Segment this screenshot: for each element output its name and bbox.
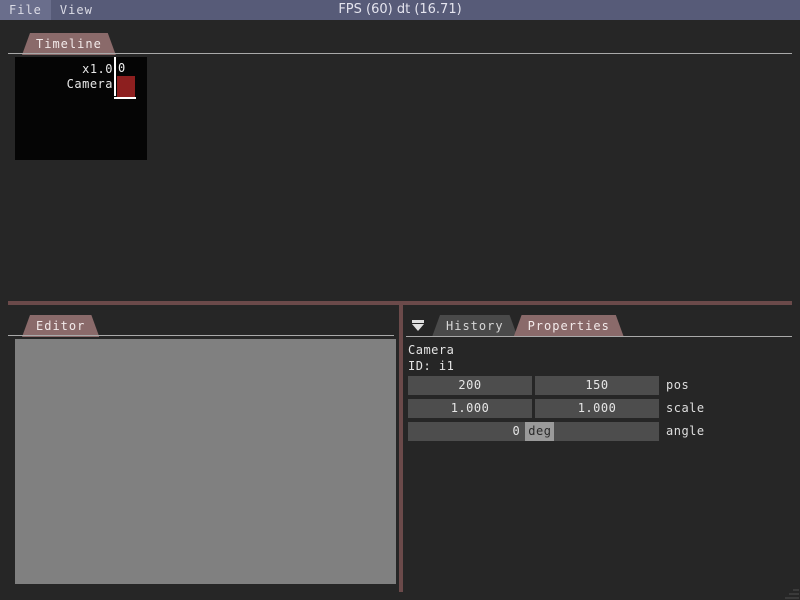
timeline-tab-underline [8,53,792,54]
timeline-playhead-label: 0 [118,61,126,75]
property-value-pos-y: 150 [585,378,609,392]
collapse-icon-bar [412,320,424,323]
timeline-zoom-label: x1.0 [82,62,113,76]
menu-item-view[interactable]: View [51,0,102,20]
tab-history[interactable]: History [432,315,518,337]
properties-tabstrip: History Properties [432,315,620,337]
editor-canvas[interactable] [15,339,396,584]
tab-properties[interactable]: Properties [514,315,624,337]
grip-line-2 [789,593,799,595]
property-unit-angle: deg [525,422,555,441]
property-row-pos: 200 150 pos [408,376,728,395]
property-row-scale: 1.000 1.000 scale [408,399,728,418]
timeline-clip-camera[interactable] [117,76,135,97]
app-window: File View FPS (60) dt (16.71) Timeline x1… [0,0,800,600]
property-field-scale-y[interactable]: 1.000 [535,399,659,418]
grip-line-3 [793,589,799,591]
collapse-icon-triangle [412,324,424,331]
property-field-angle[interactable]: 0 deg [408,422,659,441]
property-label-pos: pos [666,378,690,392]
property-field-pos-x[interactable]: 200 [408,376,532,395]
window-resize-grip[interactable] [782,582,800,600]
properties-tab-underline [406,336,792,337]
property-field-pos-y[interactable]: 150 [535,376,659,395]
property-value-pos-x: 200 [458,378,482,392]
menu-bar: File View [0,0,800,20]
property-value-scale-x: 1.000 [450,401,490,415]
tab-editor[interactable]: Editor [22,315,99,337]
property-value-angle: 0 [512,424,521,438]
properties-object-name: Camera [408,343,455,357]
timeline-track-label-camera: Camera [66,77,113,91]
grip-line-1 [785,597,799,599]
property-field-scale-x[interactable]: 1.000 [408,399,532,418]
editor-tabstrip: Editor [22,315,95,337]
property-label-scale: scale [666,401,705,415]
property-value-scale-y: 1.000 [577,401,617,415]
tab-timeline[interactable]: Timeline [22,33,116,55]
property-row-angle: 0 deg angle [408,422,728,441]
properties-object-id: ID: i1 [408,359,455,373]
timeline-track-area[interactable]: x1.0 Camera 0 [15,57,147,160]
property-label-angle: angle [666,424,705,438]
menu-item-file[interactable]: File [0,0,51,20]
timeline-tabstrip: Timeline [22,33,112,55]
splitter-vertical[interactable] [399,305,403,592]
panel-collapse-triangle-icon[interactable] [407,314,429,336]
timeline-clip-underline [114,97,136,99]
editor-tab-underline [8,335,394,336]
timeline-playhead[interactable] [114,57,116,96]
